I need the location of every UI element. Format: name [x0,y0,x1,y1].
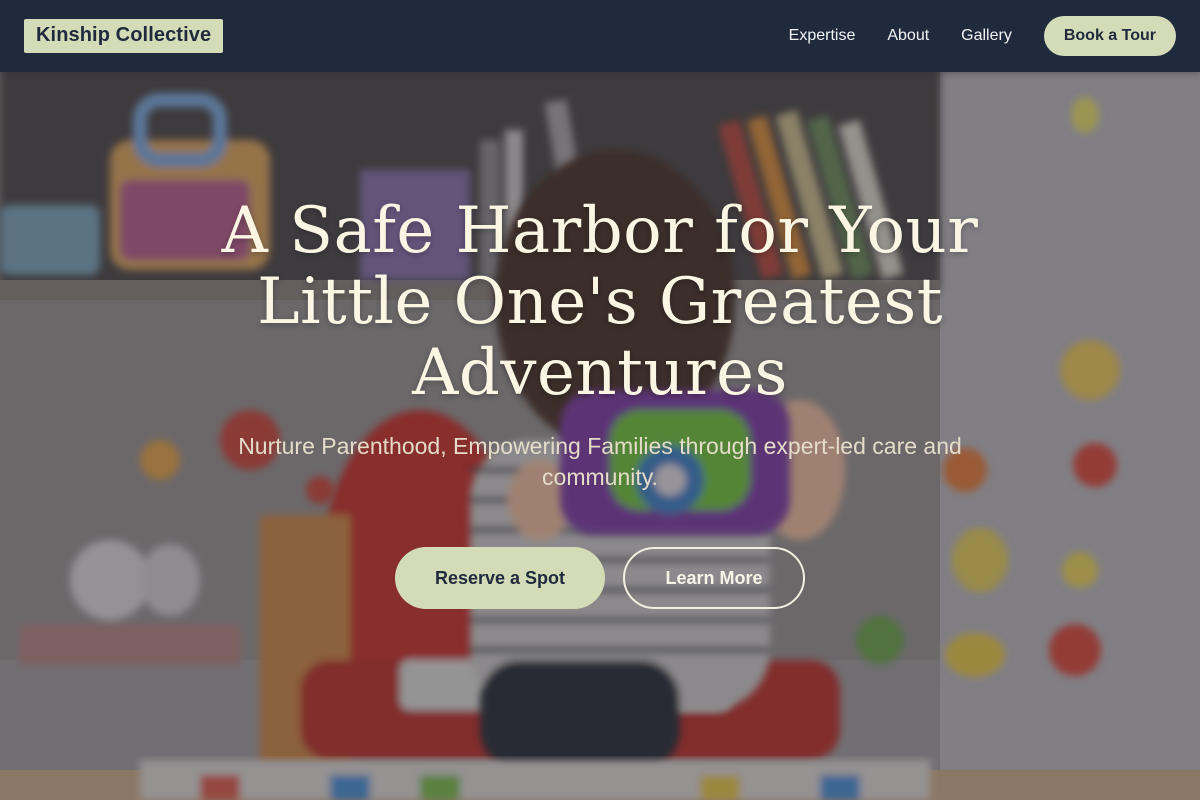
nav-link-expertise[interactable]: Expertise [789,27,856,45]
top-navbar: Kinship Collective Expertise About Galle… [0,0,1200,72]
reserve-a-spot-button[interactable]: Reserve a Spot [395,547,605,609]
learn-more-button[interactable]: Learn More [623,547,805,609]
landing-page: Kinship Collective Expertise About Galle… [0,0,1200,800]
hero-title: A Safe Harbor for Your Little One's Grea… [221,194,979,410]
hero-section: A Safe Harbor for Your Little One's Grea… [0,196,1200,609]
nav-links: Expertise About Gallery Book a Tour [789,16,1176,56]
brand-logo[interactable]: Kinship Collective [24,19,224,53]
nav-link-about[interactable]: About [887,27,929,45]
book-a-tour-button[interactable]: Book a Tour [1043,16,1176,56]
hero-actions: Reserve a Spot Learn More [0,547,1200,609]
nav-link-gallery[interactable]: Gallery [961,27,1012,45]
hero-subtitle: Nurture Parenthood, Empowering Families … [238,433,962,490]
